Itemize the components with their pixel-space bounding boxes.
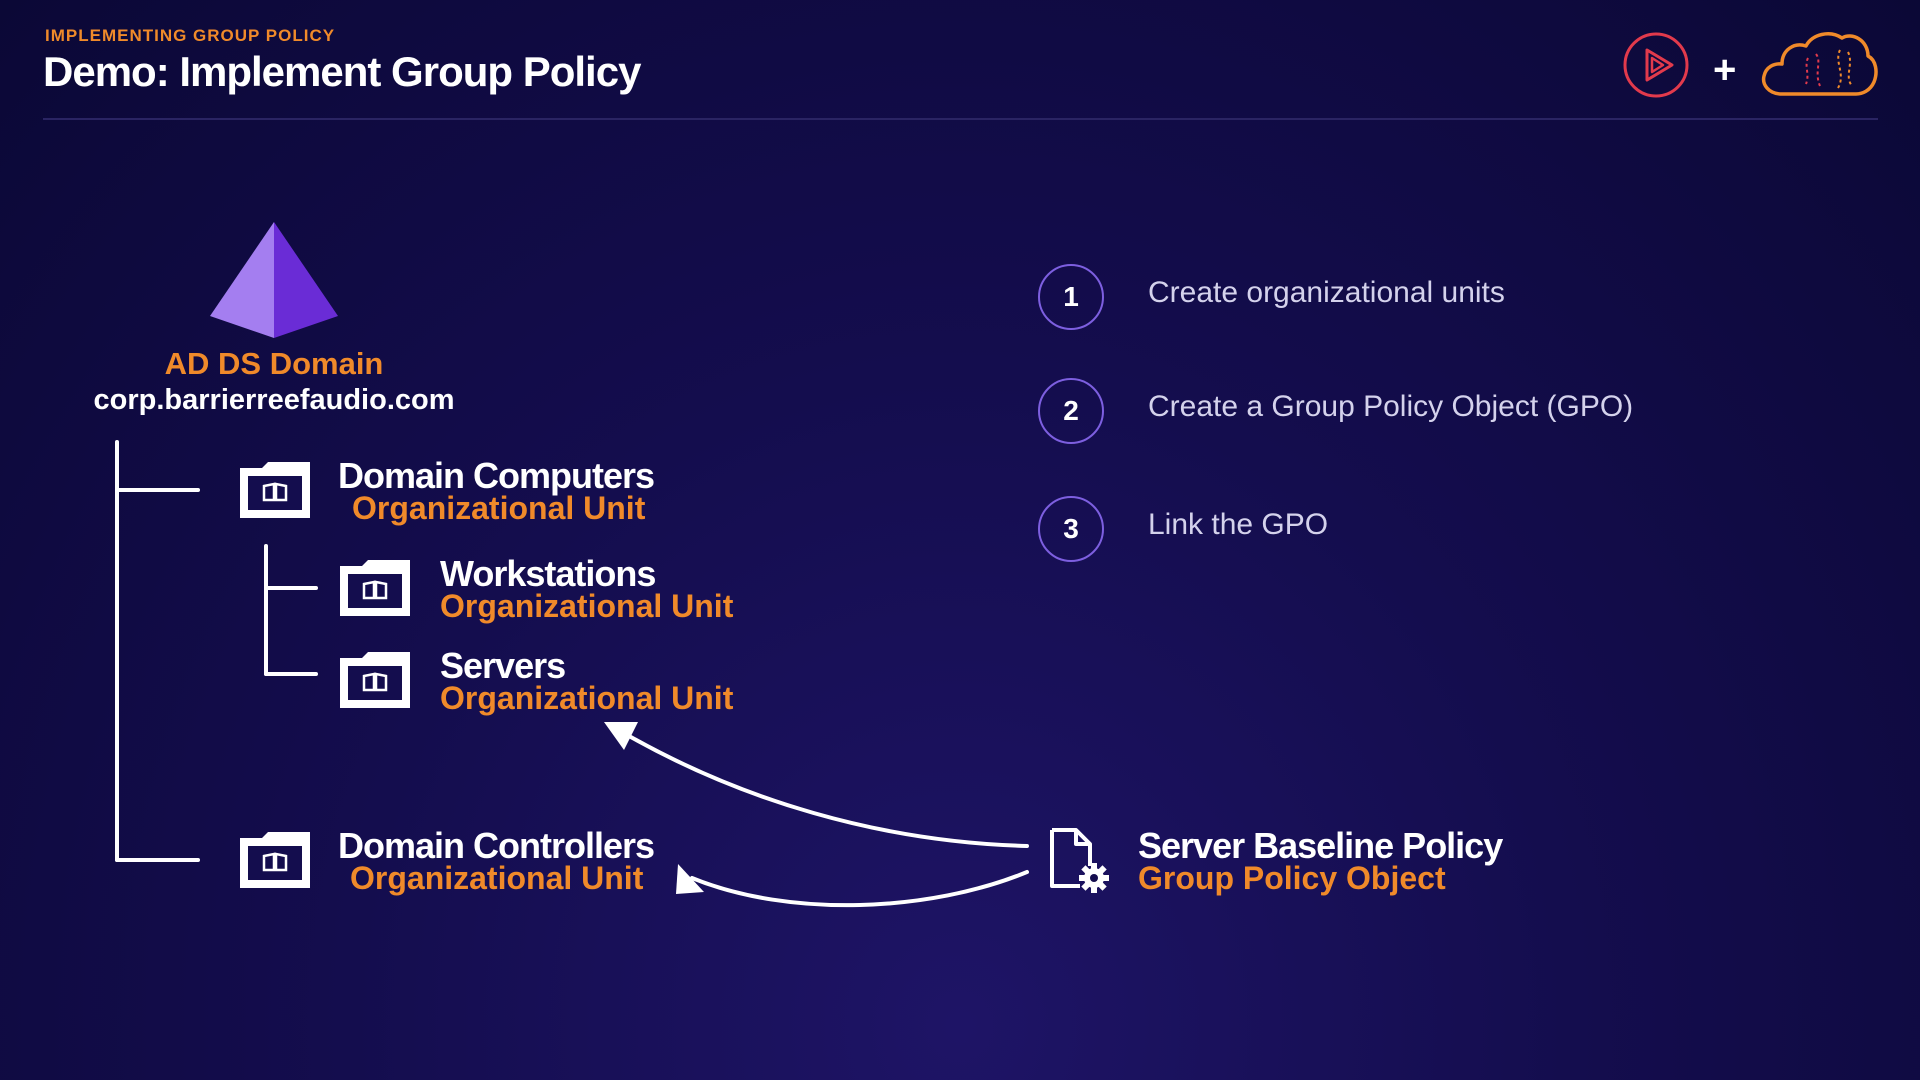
ou-type-workstations: Organizational Unit	[440, 588, 734, 624]
step-text-2: Create a Group Policy Object (GPO)	[1148, 390, 1634, 423]
step-number-3: 3	[1038, 496, 1104, 562]
link-arrow-domain-controllers	[690, 870, 1029, 908]
ou-type-servers: Organizational Unit	[440, 680, 734, 716]
folder-icon	[240, 832, 310, 888]
step-number-1: 1	[1038, 264, 1104, 330]
document-gear-icon	[1050, 828, 1109, 893]
folder-icon	[340, 652, 410, 708]
folder-icon	[240, 462, 310, 518]
tree-connectors	[115, 440, 1029, 908]
step-text-1: Create organizational units	[1148, 276, 1505, 309]
gpo-type: Group Policy Object	[1138, 860, 1446, 896]
ou-type-domain-computers: Organizational Unit	[352, 490, 646, 526]
step-number-2: 2	[1038, 378, 1104, 444]
link-arrow-servers	[620, 730, 1029, 848]
step-text-3: Link the GPO	[1148, 508, 1329, 541]
ou-type-domain-controllers: Organizational Unit	[350, 860, 644, 896]
folder-icon	[340, 560, 410, 616]
